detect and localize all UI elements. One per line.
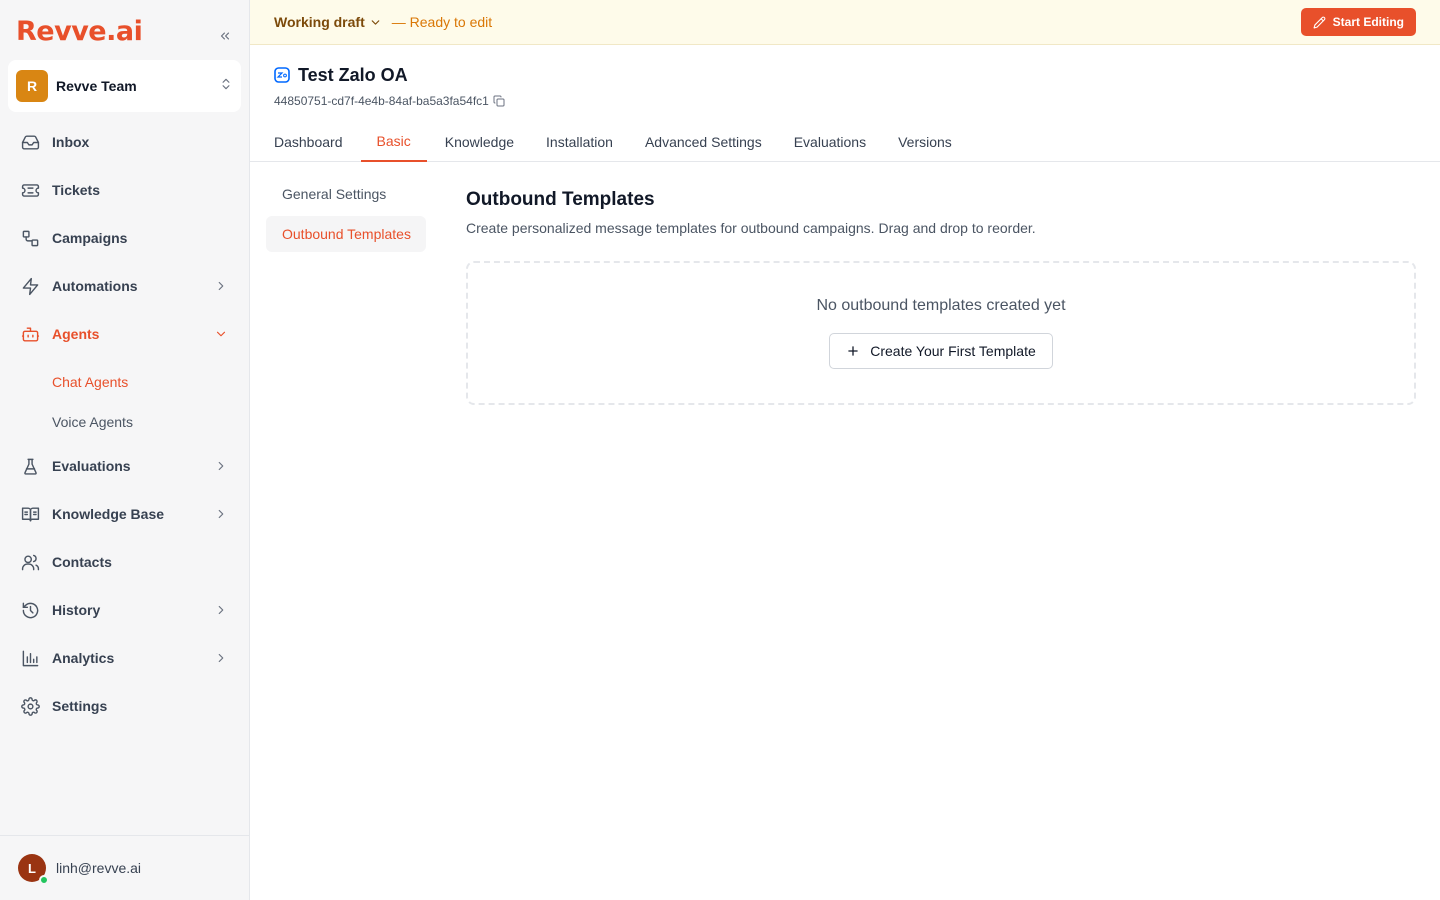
- draft-label: Working draft: [274, 14, 365, 30]
- sidebar-item-label: Inbox: [52, 134, 90, 150]
- book-icon: [20, 504, 40, 524]
- sidebar-item-history[interactable]: History: [8, 590, 241, 630]
- team-switcher[interactable]: R Revve Team: [8, 60, 241, 112]
- ticket-icon: [20, 180, 40, 200]
- sidebar-subitem-voice-agents[interactable]: Voice Agents: [8, 402, 241, 442]
- chevron-right-icon: [213, 458, 229, 474]
- tab-knowledge[interactable]: Knowledge: [431, 122, 528, 162]
- start-editing-label: Start Editing: [1332, 15, 1404, 29]
- sidebar-item-label: History: [52, 602, 101, 618]
- sidebar-item-label: Evaluations: [52, 458, 131, 474]
- draft-version-select[interactable]: Working draft: [274, 14, 382, 30]
- agent-id: 44850751-cd7f-4e4b-84af-ba5a3fa54fc1: [274, 94, 489, 108]
- draft-status-text: — Ready to edit: [391, 14, 493, 30]
- user-email: linh@revve.ai: [56, 860, 142, 876]
- copy-icon[interactable]: [493, 95, 505, 107]
- sidebar-item-label: Contacts: [52, 554, 112, 570]
- tab-evaluations[interactable]: Evaluations: [780, 122, 880, 162]
- users-icon: [20, 552, 40, 572]
- section-description: Create personalized message templates fo…: [466, 220, 1036, 236]
- sidebar-item-agents[interactable]: Agents: [8, 314, 241, 354]
- create-first-template-label: Create Your First Template: [870, 343, 1036, 359]
- sidebar-item-label: Campaigns: [52, 230, 128, 246]
- flask-icon: [20, 456, 40, 476]
- chevron-down-icon: [213, 326, 229, 342]
- empty-state: No outbound templates created yet Create…: [466, 261, 1416, 405]
- tab-versions[interactable]: Versions: [884, 122, 966, 162]
- sidebar-item-contacts[interactable]: Contacts: [8, 542, 241, 582]
- tab-advanced-settings[interactable]: Advanced Settings: [631, 122, 776, 162]
- sidebar-item-label: Knowledge Base: [52, 506, 165, 522]
- sidebar-subitem-chat-agents[interactable]: Chat Agents: [8, 362, 241, 402]
- section-title: Outbound Templates: [466, 189, 655, 210]
- sidebar-item-label: Agents: [52, 326, 100, 342]
- chevron-right-icon: [213, 506, 229, 522]
- sidebar-nav: Inbox Tickets Campaigns Automations Agen…: [8, 122, 241, 734]
- avatar: L: [18, 854, 49, 885]
- page-title: Test Zalo OA: [298, 64, 408, 85]
- campaigns-icon: [20, 228, 40, 248]
- sidebar-item-label: Settings: [52, 698, 108, 714]
- outbound-templates-section: Outbound Templates Create personalized m…: [466, 186, 1416, 405]
- tab-basic[interactable]: Basic: [360, 122, 427, 162]
- sidebar-item-inbox[interactable]: Inbox: [8, 122, 241, 162]
- chevron-right-icon: [213, 650, 229, 666]
- draft-status-bar: Working draft — Ready to edit Start Edit…: [250, 0, 1440, 45]
- sidebar-item-tickets[interactable]: Tickets: [8, 170, 241, 210]
- settings-subnav: General Settings Outbound Templates: [266, 176, 426, 256]
- zalo-icon: [274, 67, 290, 83]
- history-icon: [20, 600, 40, 620]
- sidebar-item-knowledge-base[interactable]: Knowledge Base: [8, 494, 241, 534]
- tab-installation[interactable]: Installation: [532, 122, 627, 162]
- agent-tabs: Dashboard Basic Knowledge Installation A…: [250, 122, 1440, 162]
- team-name: Revve Team: [56, 78, 137, 94]
- create-first-template-button[interactable]: Create Your First Template: [829, 333, 1053, 369]
- sidebar-item-label: Automations: [52, 278, 138, 294]
- pencil-icon: [1313, 16, 1326, 29]
- empty-state-text: No outbound templates created yet: [816, 297, 1066, 314]
- user-menu[interactable]: L linh@revve.ai: [0, 835, 249, 900]
- subnav-outbound-templates[interactable]: Outbound Templates: [266, 216, 426, 252]
- logo-text: Revve.ai: [16, 16, 143, 47]
- start-editing-button[interactable]: Start Editing: [1300, 8, 1416, 36]
- sidebar-item-evaluations[interactable]: Evaluations: [8, 446, 241, 486]
- subnav-general-settings[interactable]: General Settings: [266, 176, 426, 212]
- revve-logo[interactable]: Revve.ai: [16, 14, 143, 50]
- sidebar-item-settings[interactable]: Settings: [8, 686, 241, 726]
- double-chevron-left-icon: [218, 29, 232, 48]
- agent-header: Test Zalo OA 44850751-cd7f-4e4b-84af-ba5…: [274, 62, 505, 108]
- chevron-right-icon: [213, 602, 229, 618]
- bot-icon: [20, 324, 40, 344]
- chevrons-up-down-icon: [219, 77, 233, 96]
- avatar-letter: L: [28, 860, 36, 876]
- sidebar-item-analytics[interactable]: Analytics: [8, 638, 241, 678]
- sidebar-item-campaigns[interactable]: Campaigns: [8, 218, 241, 258]
- gear-icon: [20, 696, 40, 716]
- tab-dashboard[interactable]: Dashboard: [260, 122, 357, 162]
- collapse-sidebar-button[interactable]: [214, 27, 236, 49]
- chevron-down-icon: [369, 16, 382, 29]
- online-status-dot: [39, 875, 49, 885]
- sidebar-item-automations[interactable]: Automations: [8, 266, 241, 306]
- sidebar-item-label: Tickets: [52, 182, 100, 198]
- plus-icon: [846, 344, 860, 358]
- sidebar-item-label: Analytics: [52, 650, 115, 666]
- team-avatar: R: [16, 70, 48, 102]
- chevron-right-icon: [213, 278, 229, 294]
- lightning-icon: [20, 276, 40, 296]
- inbox-icon: [20, 132, 40, 152]
- sidebar: Revve.ai R Revve Team Inbox Tickets Camp…: [0, 0, 250, 900]
- chart-icon: [20, 648, 40, 668]
